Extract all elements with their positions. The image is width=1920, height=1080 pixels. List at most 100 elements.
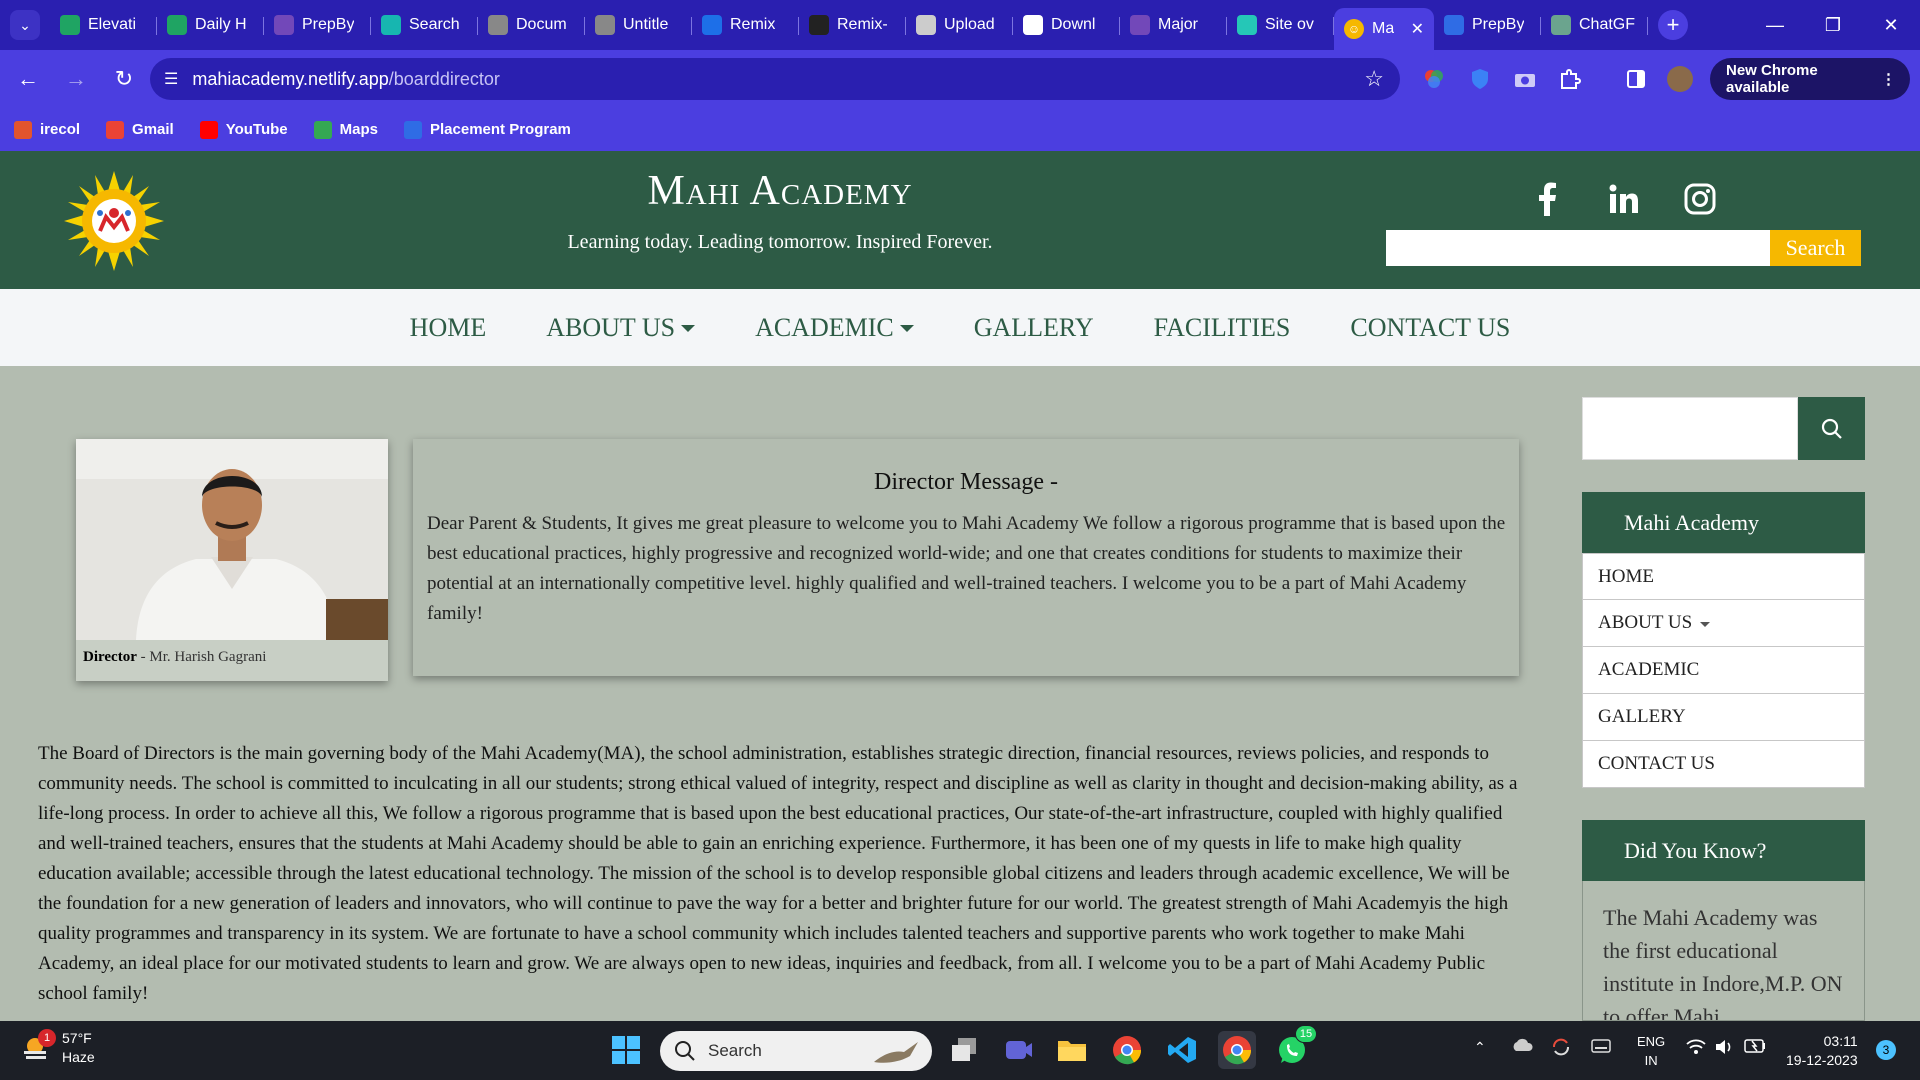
nav-item-gallery[interactable]: GALLERY [974, 313, 1094, 343]
tab-label: Search [409, 16, 460, 33]
weather-widget[interactable]: 1 57°F Haze [22, 1029, 95, 1067]
nav-label: ACADEMIC [755, 312, 894, 342]
mahi-academy-logo [64, 171, 164, 271]
bookmark-star-icon[interactable]: ☆ [1364, 66, 1384, 92]
window-controls: — ❐ ✕ [1746, 0, 1920, 50]
language-indicator[interactable]: ENG IN [1637, 1032, 1665, 1070]
tab[interactable]: Upload [906, 7, 1013, 43]
teams-meet-icon[interactable] [1000, 1031, 1038, 1069]
onedrive-icon[interactable] [1511, 1037, 1533, 1056]
clock[interactable]: 03:11 19-12-2023 [1786, 1032, 1858, 1070]
restore-icon[interactable]: ❐ [1804, 0, 1862, 50]
tab[interactable]: Major [1120, 7, 1227, 43]
file-explorer-icon[interactable] [1053, 1031, 1091, 1069]
forward-icon[interactable]: → [56, 59, 96, 99]
nav-item-home[interactable]: HOME [410, 313, 487, 343]
search-icon [675, 1041, 695, 1061]
tab[interactable]: Daily H [157, 7, 264, 43]
tab[interactable]: PrepBy [1434, 7, 1541, 43]
bookmark-label: irecol [40, 121, 81, 138]
instagram-icon[interactable] [1678, 177, 1722, 221]
bookmark-gmail[interactable]: Gmail [106, 120, 174, 139]
sidebar-search-button[interactable] [1798, 397, 1865, 460]
netlify-icon [1237, 15, 1257, 35]
sync-icon[interactable] [1551, 1037, 1571, 1060]
tab-search-icon[interactable]: ⌄ [10, 10, 40, 40]
volume-icon[interactable] [1714, 1038, 1734, 1059]
battery-icon[interactable] [1744, 1039, 1766, 1056]
bookmark-irecol[interactable]: irecol [14, 120, 81, 139]
tab[interactable]: Untitle [585, 7, 692, 43]
header-search-button[interactable]: Search [1770, 230, 1861, 266]
nav-item-contact-us[interactable]: CONTACT US [1350, 313, 1510, 343]
site-brand-title[interactable]: Mahi Academy [560, 167, 1000, 215]
minimize-icon[interactable]: — [1746, 0, 1804, 50]
extensions-puzzle-icon[interactable] [1550, 58, 1590, 100]
director-message-title: Director Message - [874, 469, 1058, 495]
tab[interactable]: ChatGF [1541, 7, 1648, 43]
tab[interactable]: Docum [478, 7, 585, 43]
tab-label: Upload [944, 16, 995, 33]
task-view-icon[interactable] [945, 1031, 983, 1069]
vscode-icon[interactable] [1163, 1031, 1201, 1069]
bookmark-maps[interactable]: Maps [313, 120, 378, 139]
sidebar-item-home[interactable]: HOME [1582, 553, 1865, 600]
back-icon[interactable]: ← [8, 59, 48, 99]
whatsapp-icon[interactable]: 15 [1273, 1025, 1317, 1069]
windows-start-icon[interactable] [607, 1031, 645, 1069]
color-extension-icon[interactable] [1414, 58, 1454, 100]
tab[interactable]: Site ov [1227, 7, 1334, 43]
reload-icon[interactable]: ↻ [104, 59, 144, 99]
tab-list-after: PrepBy ChatGF [1434, 7, 1648, 43]
youtube-icon [199, 120, 218, 139]
bookmark-placement-program[interactable]: Placement Program [404, 120, 571, 139]
close-window-icon[interactable]: ✕ [1862, 0, 1920, 50]
shield-extension-icon[interactable] [1460, 58, 1500, 100]
sidebar-item-label: CONTACT US [1598, 753, 1715, 774]
linkedin-icon[interactable] [1602, 177, 1646, 221]
tab[interactable]: Remix- [799, 7, 906, 43]
bookmark-label: YouTube [225, 121, 288, 138]
chrome-icon[interactable] [1108, 1031, 1146, 1069]
tab-label: Elevati [88, 16, 137, 33]
wifi-icon[interactable] [1686, 1039, 1706, 1058]
bookmark-youtube[interactable]: YouTube [199, 120, 288, 139]
side-panel-icon[interactable] [1616, 58, 1656, 100]
clock-date: 19-12-2023 [1786, 1052, 1858, 1068]
sidebar-item-label: ABOUT US [1598, 612, 1693, 633]
header-search-input[interactable] [1386, 230, 1770, 266]
tab[interactable]: Remix [692, 7, 799, 43]
notification-count[interactable]: 3 [1876, 1040, 1896, 1060]
chrome-active-icon[interactable] [1218, 1031, 1256, 1069]
forms-icon [274, 15, 294, 35]
facebook-icon[interactable] [1525, 177, 1569, 221]
sidebar-search-input[interactable] [1582, 397, 1798, 460]
tab[interactable]: PrepBy [264, 7, 371, 43]
sidebar-item-contact-us[interactable]: CONTACT US [1582, 741, 1865, 788]
camera-extension-icon[interactable] [1505, 58, 1545, 100]
tab[interactable]: Downl [1013, 7, 1120, 43]
new-tab-button[interactable]: + [1658, 10, 1688, 40]
tab[interactable]: Search [371, 7, 478, 43]
profile-avatar[interactable] [1660, 58, 1700, 100]
tab[interactable]: Elevati [50, 7, 157, 43]
sidebar-item-academic[interactable]: ACADEMIC [1582, 647, 1865, 694]
tray-chevron-icon[interactable]: ⌃ [1474, 1039, 1486, 1056]
director-photo [76, 439, 388, 640]
nav-item-academic[interactable]: ACADEMIC [755, 313, 914, 343]
site-info-icon[interactable]: ☰ [164, 69, 178, 89]
address-bar[interactable]: ☰ mahiacademy.netlify.app/boarddirector … [150, 58, 1400, 100]
nav-item-about-us[interactable]: ABOUT US [546, 313, 696, 343]
close-tab-icon[interactable]: ✕ [1411, 19, 1424, 39]
tab-label: Site ov [1265, 16, 1314, 33]
sidebar-item-about-us[interactable]: ABOUT US [1582, 600, 1865, 647]
url-path: /boarddirector [388, 68, 500, 89]
sidebar-item-label: ACADEMIC [1598, 659, 1700, 680]
tab-active[interactable]: ☺ Ma ✕ [1334, 8, 1434, 50]
sidebar-item-gallery[interactable]: GALLERY [1582, 694, 1865, 741]
weather-badge: 1 [38, 1029, 56, 1047]
taskbar-search[interactable]: Search [660, 1031, 932, 1071]
new-chrome-available-button[interactable]: New Chrome available ⋮ [1710, 58, 1910, 100]
keyboard-icon[interactable] [1591, 1039, 1611, 1056]
nav-item-facilities[interactable]: FACILITIES [1154, 313, 1291, 343]
